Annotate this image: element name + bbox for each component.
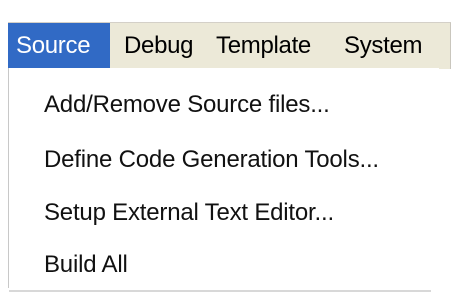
menu-source[interactable]: Source — [8, 23, 110, 69]
dropdown-bottom-border — [9, 290, 431, 292]
menu-item-define-code-generation-tools[interactable]: Define Code Generation Tools... — [44, 140, 379, 180]
menu-bar: Source Debug Template System — [8, 22, 451, 69]
menu-item-add-remove-source-files[interactable]: Add/Remove Source files... — [44, 85, 330, 125]
menu-item-build-all[interactable]: Build All — [44, 245, 128, 285]
menu-item-setup-external-text-editor[interactable]: Setup External Text Editor... — [44, 193, 334, 233]
menu-template[interactable]: Template — [208, 23, 334, 69]
menu-debug[interactable]: Debug — [110, 23, 208, 69]
menu-system[interactable]: System — [334, 23, 440, 69]
